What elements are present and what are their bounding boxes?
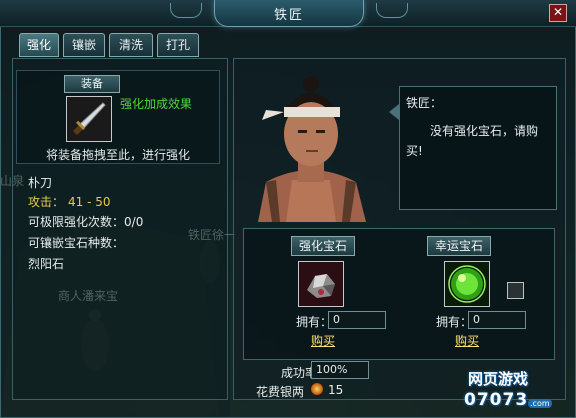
max-enhance-label: 可极限强化次数： bbox=[28, 215, 125, 229]
title-plate: 铁匠 bbox=[214, 0, 364, 27]
scene-npc-name: 铁匠徐一 bbox=[188, 228, 237, 242]
lucky-own-label: 拥有： bbox=[436, 315, 473, 329]
buy-lucky-gem-link[interactable]: 购买 bbox=[455, 332, 479, 349]
speech-arrow bbox=[389, 104, 399, 120]
title-ornament-left bbox=[170, 3, 202, 18]
drag-hint-text: 将装备拖拽至此，进行强化 bbox=[46, 148, 191, 162]
use-lucky-gem-checkbox[interactable] bbox=[507, 282, 524, 299]
enhance-gem-slot[interactable] bbox=[298, 261, 344, 307]
npc-dialog: 没有强化宝石，请购买! bbox=[406, 124, 539, 158]
window-title: 铁匠 bbox=[273, 8, 304, 23]
enhance-effect-label: 强化加成效果 bbox=[120, 97, 193, 111]
npc-name: 铁匠： bbox=[406, 96, 443, 110]
scene-merchant-name: 商人潘来宝 bbox=[58, 289, 119, 303]
max-enhance-value: 0/0 bbox=[124, 215, 144, 229]
tab-punch[interactable]: 打孔 bbox=[157, 33, 199, 57]
blacksmith-portrait bbox=[236, 62, 386, 222]
enhance-own-count: 0 bbox=[328, 311, 386, 329]
attack-value: 41 - 50 bbox=[68, 195, 111, 209]
lucky-own-count: 0 bbox=[468, 311, 526, 329]
watermark-suffix: .com bbox=[528, 399, 552, 408]
title-bar: 铁匠 ✕ bbox=[0, 0, 576, 27]
gem-kinds-label: 可镶嵌宝石种数： bbox=[28, 236, 125, 250]
watermark-line1: 网页游戏 bbox=[468, 370, 529, 388]
gem-name: 烈阳石 bbox=[28, 257, 65, 271]
equip-section-label: 装备 bbox=[64, 75, 120, 93]
site-watermark-logo: 网页游戏 07073 .com bbox=[462, 368, 572, 414]
npc-portrait-image bbox=[258, 76, 366, 222]
equip-slot[interactable] bbox=[66, 96, 112, 142]
silver-coin-icon bbox=[310, 382, 324, 396]
tab-wash[interactable]: 清洗 bbox=[109, 33, 153, 57]
lucky-gem-slot[interactable] bbox=[444, 261, 490, 307]
close-button[interactable]: ✕ bbox=[549, 4, 567, 22]
watermark-line2: 07073 bbox=[464, 390, 529, 410]
attack-label: 攻击： bbox=[28, 195, 65, 209]
cost-value: 15 bbox=[328, 383, 344, 397]
max-enhance-stat: 可极限强化次数：0/0 bbox=[28, 213, 143, 230]
cost-label: 花费银两 bbox=[256, 385, 305, 399]
item-name: 朴刀 bbox=[28, 176, 53, 190]
attack-stat: 攻击： 41 - 50 bbox=[28, 193, 111, 210]
ore-icon bbox=[299, 262, 343, 306]
green-gem-icon bbox=[445, 262, 489, 306]
title-ornament-right bbox=[376, 3, 408, 18]
lucky-gem-label: 幸运宝石 bbox=[427, 236, 491, 256]
dagger-icon bbox=[73, 102, 106, 135]
buy-enhance-gem-link[interactable]: 购买 bbox=[311, 332, 335, 349]
enhance-gem-label: 强化宝石 bbox=[291, 236, 355, 256]
scene-sign-text: 山泉 bbox=[0, 174, 25, 188]
success-rate-value: 100% bbox=[311, 361, 369, 379]
tab-inlay[interactable]: 镶嵌 bbox=[63, 33, 105, 57]
tab-enhance[interactable]: 强化 bbox=[19, 33, 59, 57]
enhance-own-label: 拥有： bbox=[296, 315, 333, 329]
